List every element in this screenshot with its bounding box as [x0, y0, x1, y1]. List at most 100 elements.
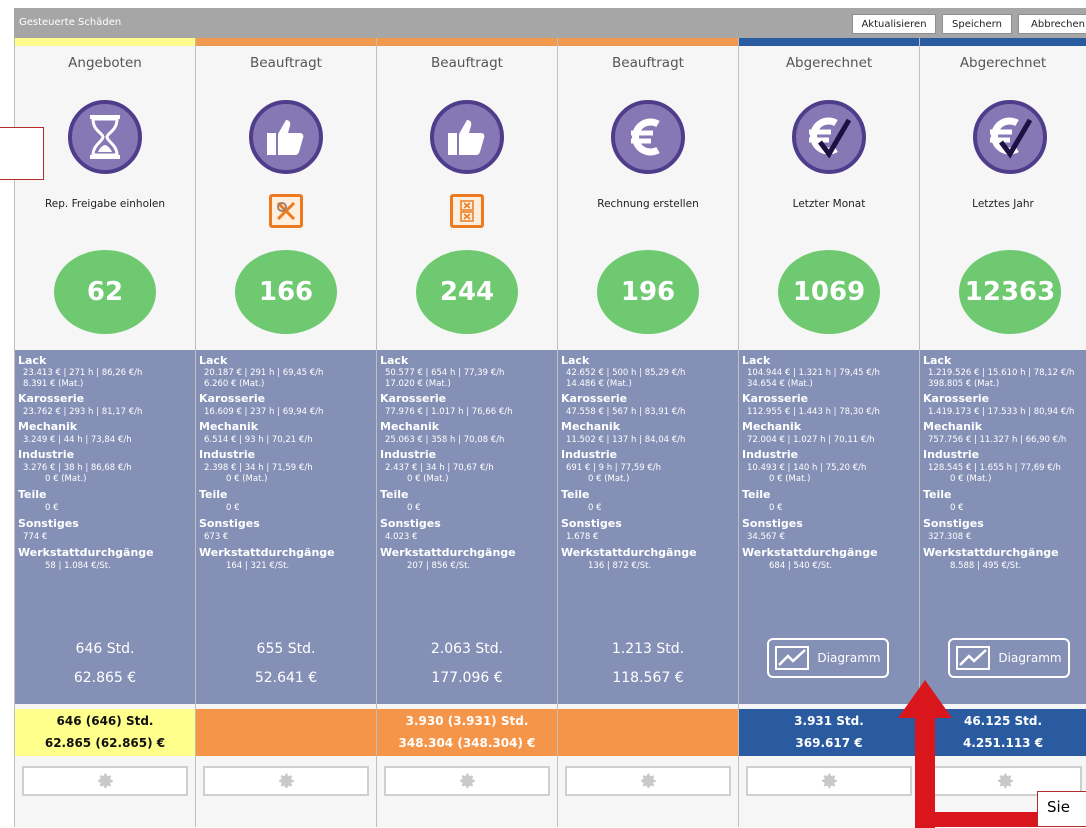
column-total	[558, 709, 738, 756]
industrie-material-value: 0 € (Mat.)	[588, 474, 630, 484]
sonstiges-value: 327.308 €	[928, 532, 972, 542]
column-subtitle: Letztes Jahr	[972, 198, 1034, 210]
label-lack: Lack	[380, 354, 409, 367]
teile-value: 0 €	[950, 503, 964, 513]
gear-icon	[997, 773, 1013, 789]
sum-amount: 118.567 €	[612, 670, 684, 686]
werkstatt-value: 164 | 321 €/St.	[226, 561, 290, 571]
industrie-material-value: 0 € (Mat.)	[950, 474, 992, 484]
lack-material-value: 8.391 € (Mat.)	[23, 379, 84, 389]
count-badge[interactable]: 1069	[778, 250, 880, 334]
industrie-value: 691 € | 9 h | 77,59 €/h	[566, 463, 662, 473]
gear-icon	[460, 773, 475, 789]
label-sonstiges: Sonstiges	[923, 517, 984, 530]
mechanik-value: 72.004 € | 1.027 h | 70,11 €/h	[747, 435, 875, 445]
status-column: Beauftragt 244 Lack 50.577 € | 654 h | 77,3…	[376, 38, 557, 827]
lack-value: 23.413 € | 271 h | 86,26 €/h	[23, 368, 143, 378]
cost-statistics: Lack 20.187 € | 291 h | 69,45 €/h 6.260 € …	[196, 350, 376, 704]
cancel-button[interactable]: Abbrechen	[1018, 14, 1086, 34]
teile-value: 0 €	[769, 503, 783, 513]
document-x-badge-icon[interactable]	[450, 194, 484, 228]
settings-button[interactable]	[22, 766, 188, 796]
label-industrie: Industrie	[561, 448, 618, 461]
column-stage-title: Beauftragt	[431, 55, 503, 71]
label-sonstiges: Sonstiges	[18, 517, 79, 530]
settings-button[interactable]	[565, 766, 731, 796]
settings-button[interactable]	[203, 766, 369, 796]
cost-statistics: Lack 104.944 € | 1.321 h | 79,45 €/h 34.65…	[739, 350, 919, 704]
teile-value: 0 €	[45, 503, 59, 513]
label-lack: Lack	[199, 354, 228, 367]
label-sonstiges: Sonstiges	[199, 517, 260, 530]
status-color-strip	[15, 38, 195, 46]
sonstiges-value: 4.023 €	[385, 532, 418, 542]
gear-icon	[279, 773, 294, 789]
lack-value: 42.652 € | 500 h | 85,29 €/h	[566, 368, 686, 378]
label-teile: Teile	[199, 488, 228, 501]
settings-button[interactable]	[384, 766, 550, 796]
karosserie-value: 47.558 € | 567 h | 83,91 €/h	[566, 407, 686, 417]
label-werkstattdurchgaenge: Werkstattdurchgänge	[561, 546, 697, 559]
label-mechanik: Mechanik	[199, 420, 259, 433]
column-subtitle: Rechnung erstellen	[597, 198, 699, 210]
annotation-box-left	[0, 127, 44, 180]
lack-material-value: 17.020 € (Mat.)	[385, 379, 451, 389]
lack-value: 50.577 € | 654 h | 77,39 €/h	[385, 368, 505, 378]
count-badge[interactable]: 166	[235, 250, 337, 334]
werkstatt-value: 58 | 1.084 €/St.	[45, 561, 111, 571]
count-badge[interactable]: 62	[54, 250, 156, 334]
mechanik-value: 757.756 € | 11.327 h | 66,90 €/h	[928, 435, 1067, 445]
wrench-cross-badge-icon[interactable]	[269, 194, 303, 228]
label-teile: Teile	[18, 488, 47, 501]
status-color-strip	[920, 38, 1086, 46]
diagram-button[interactable]: Diagramm	[948, 638, 1070, 678]
euro-icon[interactable]	[611, 100, 685, 174]
count-badge[interactable]: 244	[416, 250, 518, 334]
status-color-strip	[739, 38, 919, 46]
cost-statistics: Lack 50.577 € | 654 h | 77,39 €/h 17.020 €…	[377, 350, 557, 704]
teile-value: 0 €	[407, 503, 421, 513]
karosserie-value: 112.955 € | 1.443 h | 78,30 €/h	[747, 407, 880, 417]
hourglass-icon[interactable]	[68, 100, 142, 174]
refresh-button[interactable]: Aktualisieren	[852, 14, 936, 34]
label-lack: Lack	[561, 354, 590, 367]
settings-button[interactable]	[746, 766, 912, 796]
save-button[interactable]: Speichern	[942, 14, 1012, 34]
label-werkstattdurchgaenge: Werkstattdurchgänge	[18, 546, 154, 559]
diagram-label: Diagramm	[998, 651, 1062, 665]
status-column: Beauftragt 166 Lack 20.187 € | 291 h | 69,4…	[195, 38, 376, 827]
cost-statistics: Lack 1.219.526 € | 15.610 h | 78,12 €/h 39…	[920, 350, 1086, 704]
cost-statistics: Lack 23.413 € | 271 h | 86,26 €/h 8.391 € …	[15, 350, 195, 704]
karosserie-value: 77.976 € | 1.017 h | 76,66 €/h	[385, 407, 513, 417]
karosserie-value: 1.419.173 € | 17.533 h | 80,94 €/h	[928, 407, 1075, 417]
industrie-value: 2.398 € | 34 h | 71,59 €/h	[204, 463, 313, 473]
lack-value: 1.219.526 € | 15.610 h | 78,12 €/h	[928, 368, 1075, 378]
label-industrie: Industrie	[923, 448, 980, 461]
label-industrie: Industrie	[18, 448, 75, 461]
lack-value: 20.187 € | 291 h | 69,45 €/h	[204, 368, 324, 378]
thumbs-up-icon[interactable]	[249, 100, 323, 174]
euro-check-icon[interactable]	[973, 100, 1047, 174]
column-total: 646 (646) Std. 62.865 (62.865) €	[15, 709, 195, 756]
label-lack: Lack	[742, 354, 771, 367]
werkstatt-value: 8.588 | 495 €/St.	[950, 561, 1022, 571]
thumbs-up-icon[interactable]	[430, 100, 504, 174]
column-total	[196, 709, 376, 756]
total-hours: 3.930 (3.931) Std.	[405, 714, 529, 728]
sum-amount: 52.641 €	[254, 670, 318, 686]
werkstatt-value: 136 | 872 €/St.	[588, 561, 652, 571]
label-mechanik: Mechanik	[18, 420, 78, 433]
title-bar: Gesteuerte Schäden Aktualisieren Speiche…	[14, 8, 1086, 38]
mechanik-value: 11.502 € | 137 h | 84,04 €/h	[566, 435, 686, 445]
count-badge[interactable]: 12363	[959, 250, 1061, 334]
gear-icon	[822, 773, 837, 789]
karosserie-value: 16.609 € | 237 h | 69,94 €/h	[204, 407, 324, 417]
column-subtitle: Letzter Monat	[792, 198, 866, 210]
count-badge[interactable]: 196	[597, 250, 699, 334]
annotation-text: Sie	[1047, 798, 1070, 816]
label-industrie: Industrie	[380, 448, 437, 461]
euro-check-icon[interactable]	[792, 100, 866, 174]
diagram-button[interactable]: Diagramm	[767, 638, 889, 678]
label-sonstiges: Sonstiges	[380, 517, 441, 530]
total-hours: 646 (646) Std.	[56, 714, 154, 728]
